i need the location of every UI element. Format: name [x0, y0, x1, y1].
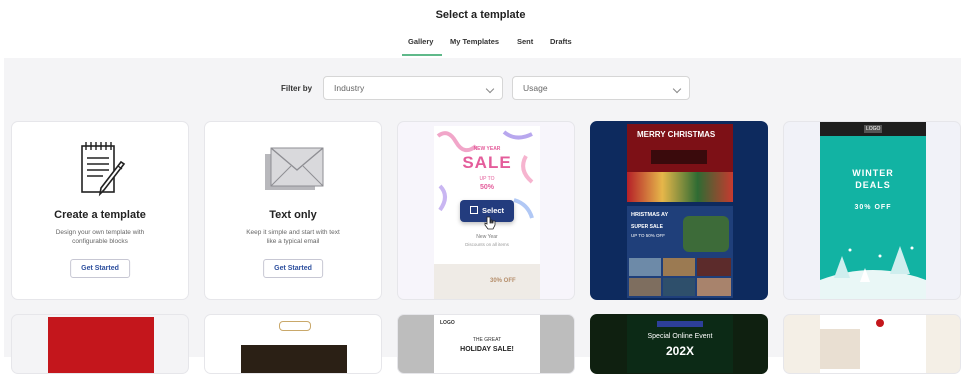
preview-countdown: [651, 150, 707, 164]
cursor-hand-icon: [484, 216, 496, 230]
preview-line2: DEALS: [855, 180, 891, 190]
template-card-winter-deals[interactable]: LOGO WINTER DEALS 30% OFF: [783, 121, 961, 300]
template-card-bottom-4[interactable]: Special Online Event 202X: [590, 314, 768, 374]
card-description: Design your own template with configurab…: [24, 228, 176, 246]
preview-year: 202X: [665, 344, 695, 358]
preview-line1: THE GREAT: [472, 337, 502, 343]
template-preview: LOGO WINTER DEALS 30% OFF: [820, 122, 926, 299]
template-preview: MERRY CHRISTMAS: [627, 124, 733, 202]
template-preview: [48, 317, 154, 373]
chevron-down-icon: [672, 84, 682, 94]
tab-sent[interactable]: Sent: [517, 37, 533, 46]
template-card-bottom-1[interactable]: [11, 314, 189, 374]
template-card-new-year-sale[interactable]: NEW YEAR SALE UP TO 50% New Year Discoun…: [397, 121, 575, 300]
card-description-line: like a typical email: [266, 238, 320, 245]
tab-gallery[interactable]: Gallery: [408, 37, 433, 46]
preview-line1: WINTER: [852, 168, 894, 178]
template-preview: LOGO THE GREAT HOLIDAY SALE!: [434, 315, 540, 373]
preview-logo-dot: [876, 319, 884, 327]
template-card-bottom-2[interactable]: [204, 314, 382, 374]
preview-product-image: 30% OFF: [434, 264, 540, 299]
template-preview: [820, 315, 926, 373]
preview-logo: LOGO: [864, 125, 883, 133]
preview-thumb: [629, 278, 661, 296]
preview-line2: HOLIDAY SALE!: [460, 346, 514, 353]
template-preview: Special Online Event 202X: [627, 315, 733, 373]
winter-trees-decoration: [820, 246, 926, 299]
tab-my-templates[interactable]: My Templates: [450, 37, 499, 46]
preview-image: [241, 345, 347, 373]
preview-thumb: [663, 278, 695, 296]
preview-body-line: New Year: [476, 234, 498, 240]
industry-select[interactable]: Industry: [323, 76, 503, 100]
preview-up-to: UP TO: [479, 176, 495, 182]
edit-icon: [469, 206, 478, 214]
template-tabs: Gallery My Templates Sent Drafts: [0, 37, 961, 59]
active-tab-indicator: [402, 54, 442, 56]
usage-select-value: Usage: [523, 83, 548, 93]
preview-subheading: HRISTMAS AY: [631, 212, 669, 218]
template-card-merry-christmas[interactable]: MERRY CHRISTMAS HRISTMAS AY SUPER SALE U…: [590, 121, 768, 300]
create-template-card[interactable]: Create a template Design your own templa…: [11, 121, 189, 300]
preview-logo-flourish: [279, 321, 311, 331]
card-description-line: Keep it simple and start with text: [246, 229, 340, 236]
preview-upto: UP TO 50% OFF: [631, 233, 666, 238]
envelope-icon: [265, 147, 324, 190]
preview-super-sale: SUPER SALE: [631, 224, 663, 230]
chevron-down-icon: [485, 84, 495, 94]
select-label: Select: [481, 206, 505, 215]
notepad-pen-icon: [81, 142, 126, 197]
preview-off: 30% OFF: [490, 278, 516, 284]
card-title: Create a template: [54, 209, 146, 221]
template-card-bottom-3[interactable]: LOGO THE GREAT HOLIDAY SALE!: [397, 314, 575, 374]
industry-select-value: Industry: [334, 83, 365, 93]
get-started-button[interactable]: Get Started: [70, 259, 130, 278]
preview-percent: 50%: [479, 184, 494, 191]
usage-select[interactable]: Usage: [512, 76, 690, 100]
preview-heading: MERRY CHRISTMAS: [637, 130, 716, 139]
preview-gifts-image: [627, 172, 733, 202]
preview-ornament-image: [683, 216, 729, 252]
filter-label: Filter by: [281, 84, 313, 93]
preview-thumb: [629, 258, 661, 276]
card-description: Keep it simple and start with text like …: [217, 228, 369, 246]
preview-thumb: [697, 278, 731, 296]
tab-drafts[interactable]: Drafts: [550, 37, 572, 46]
preview-thumb: [663, 258, 695, 276]
card-description-line: configurable blocks: [72, 238, 128, 245]
get-started-button[interactable]: Get Started: [263, 259, 323, 278]
preview-image: [820, 329, 860, 369]
page-title: Select a template: [435, 9, 526, 21]
template-card-bottom-5[interactable]: [783, 314, 961, 374]
text-only-card[interactable]: Text only Keep it simple and start with …: [204, 121, 382, 300]
preview-offer: 30% OFF: [854, 204, 892, 211]
template-preview: [241, 317, 347, 373]
card-title: Text only: [269, 209, 317, 221]
preview-sale: SALE: [462, 153, 512, 172]
preview-thumb: [697, 258, 731, 276]
preview-logo: LOGO: [440, 320, 455, 326]
card-description-line: Design your own template with: [55, 229, 145, 236]
template-preview-lower: HRISTMAS AY SUPER SALE UP TO 50% OFF: [627, 206, 733, 298]
preview-header-bar: LOGO: [820, 122, 926, 136]
preview-heading: NEW YEAR: [473, 146, 501, 152]
preview-event: Special Online Event: [647, 333, 713, 340]
preview-body-line: Discounts on all items: [465, 242, 509, 247]
preview-banner: [657, 321, 703, 327]
